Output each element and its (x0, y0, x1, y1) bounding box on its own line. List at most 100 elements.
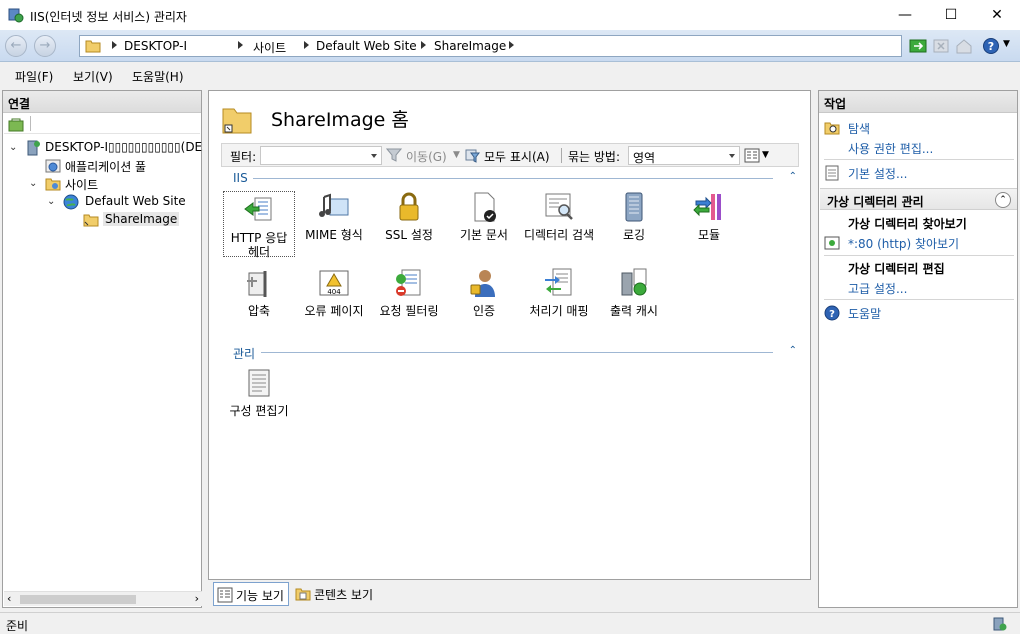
feature-configuration-editor[interactable]: 구성 편집기 (223, 367, 295, 418)
chevron-down-icon[interactable] (729, 154, 735, 158)
globe-icon (63, 194, 79, 210)
feature-handler-mappings[interactable]: 처리기 매핑 (523, 267, 595, 318)
maximize-button[interactable]: ☐ (928, 0, 974, 30)
collapse-group-icon[interactable]: ⌃ (789, 345, 797, 356)
scrollbar-thumb[interactable] (20, 595, 136, 604)
request-filtering-icon (396, 269, 421, 296)
feature-output-cache[interactable]: 출력 캐시 (598, 267, 670, 318)
menu-help[interactable]: 도움말(H) (132, 68, 184, 85)
help-icon[interactable]: ? (982, 37, 1000, 55)
breadcrumb-arrow-icon[interactable] (304, 41, 309, 49)
status-text: 준비 (6, 619, 29, 633)
feature-error-pages[interactable]: 404 오류 페이지 (298, 267, 370, 318)
features-view-icon (217, 587, 233, 603)
handler-mappings-icon (545, 268, 572, 296)
feature-default-document[interactable]: 기본 문서 (448, 191, 520, 242)
svg-text:404: 404 (327, 288, 341, 296)
help-link[interactable]: 도움말 (848, 305, 881, 322)
chevron-down-icon[interactable] (371, 154, 377, 158)
feature-mime-types[interactable]: MIME 형식 (298, 191, 370, 242)
collapse-icon[interactable]: ⌄ (29, 179, 38, 189)
stop-icon[interactable] (932, 37, 950, 55)
scroll-left-icon[interactable]: ‹ (7, 592, 11, 605)
show-all-icon (465, 149, 480, 163)
connections-panel: 연결 ⌄ DESKTOP-I▯▯▯▯▯▯▯▯▯▯▯(DESKTOP 애플리케이션… (2, 90, 203, 608)
breadcrumb-arrow-icon[interactable] (112, 41, 117, 49)
go-dropdown-icon[interactable]: ▼ (453, 150, 460, 160)
collapse-icon[interactable]: ⌄ (47, 197, 56, 207)
advanced-settings-link[interactable]: 고급 설정... (848, 280, 907, 297)
create-connection-icon[interactable] (8, 117, 24, 133)
feature-request-filtering[interactable]: 요청 필터링 (373, 267, 445, 318)
browse-port-80-link[interactable]: *:80 (http) 찾아보기 (848, 235, 959, 252)
forward-button[interactable]: → (34, 35, 56, 57)
tree-horizontal-scrollbar[interactable]: ‹ › (4, 591, 202, 606)
breadcrumb-default-web-site[interactable]: Default Web Site (316, 39, 417, 53)
tab-content-view[interactable]: 콘텐츠 보기 (292, 582, 377, 606)
filter-label: 필터: (230, 150, 257, 164)
manage-vdir-section-header[interactable]: 가상 디렉터리 관리 ⌃ (820, 188, 1017, 210)
basic-settings-icon (825, 165, 839, 181)
go-button[interactable]: 이동(G) (406, 148, 447, 165)
breadcrumb-arrow-icon[interactable] (421, 41, 426, 49)
help-dropdown-icon[interactable]: ▼ (1003, 39, 1010, 49)
view-mode-dropdown-icon[interactable]: ▼ (762, 150, 769, 160)
menu-bar: 파일(F) 보기(V) 도움말(H) (0, 63, 1020, 87)
features-panel: ShareImage 홈 필터: 이동(G) ▼ 모두 표시(A) 묶는 방법:… (208, 90, 811, 580)
collapse-icon[interactable]: ⌄ (9, 143, 18, 153)
explore-link[interactable]: 탐색 (848, 120, 870, 137)
breadcrumb-sites[interactable]: 사이트 (253, 39, 286, 56)
http-response-headers-icon (244, 197, 272, 221)
actions-title: 작업 (819, 91, 1017, 113)
group-header-management[interactable]: 관리 ⌃ (221, 345, 799, 361)
feature-http-response-headers[interactable]: HTTP 응답 헤더 (223, 191, 295, 259)
content-view-icon (295, 588, 311, 601)
connection-status-icon (993, 617, 1007, 631)
address-breadcrumb[interactable]: DESKTOP-I 사이트 Default Web Site ShareImag… (79, 35, 902, 57)
breadcrumb-arrow-icon[interactable] (238, 41, 243, 49)
feature-directory-browsing[interactable]: 디렉터리 검색 (523, 191, 595, 242)
edit-permissions-link[interactable]: 사용 권한 편집... (848, 140, 933, 157)
server-icon (27, 140, 40, 156)
tree-item-server[interactable]: ⌄ DESKTOP-I▯▯▯▯▯▯▯▯▯▯▯(DESKTOP (9, 139, 203, 157)
tab-features-view[interactable]: 기능 보기 (213, 582, 289, 606)
status-bar: 준비 (0, 612, 1020, 634)
mime-types-icon (319, 193, 349, 217)
shareimage-folder-icon (222, 108, 252, 134)
page-title: ShareImage 홈 (271, 109, 409, 131)
group-by-select[interactable]: 영역 (628, 146, 740, 165)
feature-compression[interactable]: 압축 (223, 267, 295, 318)
basic-settings-link[interactable]: 기본 설정... (848, 165, 907, 182)
collapse-group-icon[interactable]: ⌃ (789, 171, 797, 182)
view-mode-icon[interactable] (744, 148, 760, 163)
logging-icon (625, 192, 643, 222)
show-all-button[interactable]: 모두 표시(A) (484, 148, 550, 165)
breadcrumb-server[interactable]: DESKTOP-I (124, 39, 187, 53)
menu-file[interactable]: 파일(F) (15, 68, 53, 85)
feature-authentication[interactable]: 인증 (448, 267, 520, 318)
output-cache-icon (621, 268, 647, 296)
address-toolbar: ← → DESKTOP-I 사이트 Default Web Site Share… (0, 30, 1020, 62)
feature-ssl-settings[interactable]: SSL 설정 (373, 191, 445, 242)
folder-icon (85, 40, 101, 53)
group-header-iis[interactable]: IIS ⌃ (221, 171, 799, 185)
refresh-icon[interactable] (909, 37, 927, 55)
breadcrumb-arrow-icon[interactable] (509, 41, 514, 49)
breadcrumb-shareimage[interactable]: ShareImage (434, 39, 506, 53)
close-button[interactable]: ✕ (974, 0, 1020, 30)
menu-view[interactable]: 보기(V) (73, 68, 113, 85)
actions-panel: 작업 탐색 사용 권한 편집... 기본 설정... 가상 디렉터리 관리 ⌃ … (818, 90, 1018, 608)
filter-toolbar: 필터: 이동(G) ▼ 모두 표시(A) 묶는 방법: 영역 ▼ (221, 143, 799, 167)
feature-logging[interactable]: 로깅 (598, 191, 670, 242)
modules-icon (693, 194, 721, 220)
back-button[interactable]: ← (5, 35, 27, 57)
collapse-section-icon[interactable]: ⌃ (995, 192, 1011, 208)
configuration-editor-icon (248, 369, 270, 397)
app-pool-icon (45, 159, 61, 173)
filter-input[interactable] (260, 146, 382, 165)
feature-modules[interactable]: 모듈 (673, 191, 745, 242)
home-icon[interactable] (955, 37, 973, 55)
minimize-button[interactable]: — (882, 0, 928, 30)
scroll-right-icon[interactable]: › (195, 592, 199, 605)
svg-text:?: ? (829, 309, 835, 320)
